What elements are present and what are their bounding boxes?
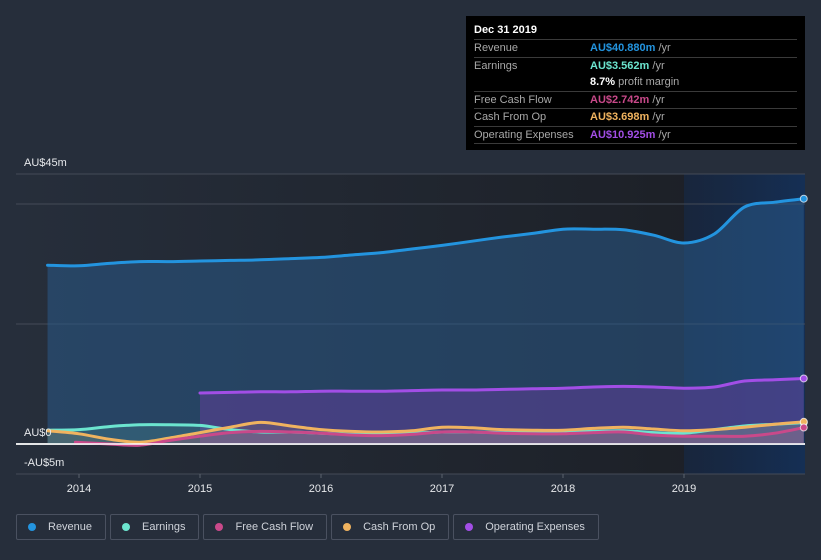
legend: Revenue Earnings Free Cash Flow Cash From O…: [16, 514, 599, 540]
x-tick-label: 2018: [551, 483, 575, 495]
x-tick-label: 2015: [188, 483, 212, 495]
tooltip-label: Operating Expenses: [474, 128, 574, 141]
y-tick-label: AU$45m: [24, 157, 67, 169]
legend-item-free-cash-flow[interactable]: Free Cash Flow: [203, 514, 328, 540]
tooltip-date: Dec 31 2019: [474, 22, 797, 40]
tooltip-unit: /yr: [649, 111, 665, 123]
tooltip-row: Earnings AU$3.562m /yr: [474, 58, 797, 75]
end-point-free-cash-flow[interactable]: [799, 423, 808, 432]
tooltip-unit: /yr: [649, 93, 665, 106]
legend-dot-icon: [28, 523, 36, 531]
tooltip-value: AU$40.880m: [590, 42, 656, 54]
x-tick-label: 2014: [67, 483, 91, 495]
tooltip-unit: profit margin: [615, 76, 680, 88]
y-tick-label: AU$0: [24, 427, 52, 439]
tooltip-label: Cash From Op: [474, 111, 547, 123]
tooltip-unit: /yr: [655, 42, 671, 54]
legend-dot-icon: [343, 523, 352, 531]
tooltip-unit: /yr: [649, 59, 665, 72]
legend-item-cash-from-op[interactable]: Cash From Op: [331, 514, 450, 540]
tooltip-value: AU$10.925m: [590, 128, 656, 141]
legend-dot-icon: [465, 523, 474, 531]
x-tick-label: 2016: [309, 483, 333, 495]
tooltip-panel: Dec 31 2019 Revenue AU$40.880m /yr Earning…: [466, 16, 805, 150]
tooltip-label: [474, 74, 590, 91]
legend-dot-icon: [122, 523, 131, 531]
legend-dot-icon: [215, 523, 224, 531]
legend-label: Free Cash Flow: [235, 521, 314, 533]
x-tick-label: 2019: [672, 483, 696, 495]
x-tick-label: 2017: [430, 483, 454, 495]
tooltip-row: Cash From Op AU$3.698m /yr: [474, 109, 797, 127]
legend-item-revenue[interactable]: Revenue: [16, 514, 107, 540]
tooltip-label: Revenue: [474, 42, 519, 54]
end-point-revenue[interactable]: [799, 194, 808, 203]
tooltip-value: 8.7%: [590, 76, 616, 88]
tooltip-value: AU$3.698m: [590, 111, 650, 123]
tooltip-row: 8.7% profit margin: [474, 74, 797, 92]
tooltip-value: AU$2.742m: [590, 93, 650, 106]
tooltip-value: AU$3.562m: [590, 59, 650, 72]
legend-label: Earnings: [142, 521, 186, 533]
legend-label: Cash From Op: [363, 521, 436, 533]
tooltip-label: Earnings: [474, 59, 518, 72]
end-point-operating-expenses[interactable]: [799, 374, 808, 383]
y-tick-label: -AU$5m: [24, 457, 64, 469]
tooltip-unit: /yr: [655, 128, 671, 141]
tooltip-row: Operating Expenses AU$10.925m /yr: [474, 127, 797, 144]
tooltip-row: Free Cash Flow AU$2.742m /yr: [474, 92, 797, 109]
legend-item-earnings[interactable]: Earnings: [110, 514, 200, 540]
x-axis: 2014 2015 2016 2017 2018 2019: [67, 474, 696, 495]
legend-label: Operating Expenses: [485, 521, 585, 533]
tooltip-row: Revenue AU$40.880m /yr: [474, 40, 797, 58]
tooltip-label: Free Cash Flow: [474, 93, 552, 106]
legend-item-operating-expenses[interactable]: Operating Expenses: [453, 514, 599, 540]
legend-label: Revenue: [48, 521, 93, 533]
